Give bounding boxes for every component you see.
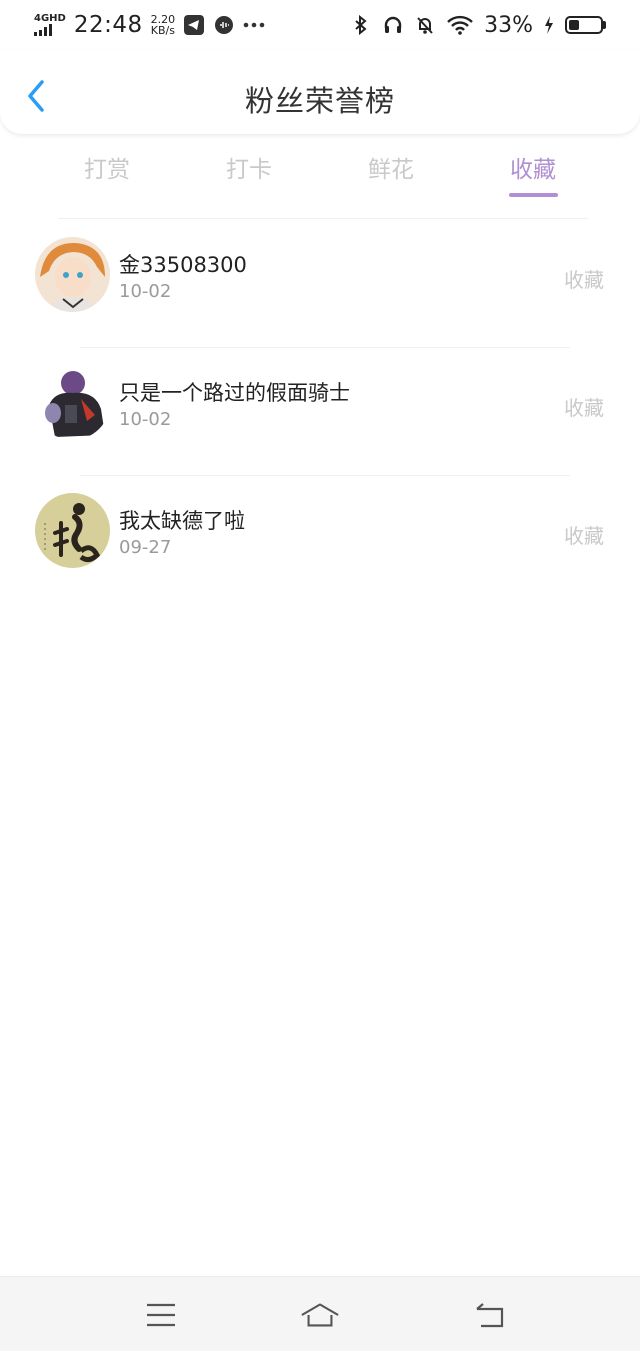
tab-flowers[interactable]: 鲜花 (341, 150, 441, 184)
fan-date: 10-02 (119, 409, 172, 430)
menu-button[interactable] (141, 1297, 181, 1333)
fan-date: 09-27 (119, 537, 172, 558)
page-title: 粉丝荣誉榜 (244, 84, 395, 118)
charging-icon (543, 14, 555, 36)
more-dots-icon (243, 14, 265, 36)
active-tab-indicator (509, 193, 558, 197)
menu-icon (147, 1303, 175, 1327)
fan-name: 我太缺德了啦 (119, 509, 245, 533)
list-item[interactable]: 只是一个路过的假面骑士 10-02 收藏 (0, 348, 640, 476)
status-bar: 4GHD 22:48 2.20 KB/s 33% (0, 0, 640, 50)
action-label: 收藏 (564, 396, 604, 420)
fan-date: 10-02 (119, 281, 172, 302)
tab-bar: 打赏 打卡 鲜花 收藏 (0, 150, 640, 200)
status-left: 4GHD 22:48 2.20 KB/s (34, 12, 265, 38)
avatar[interactable] (35, 237, 110, 312)
clock: 22:48 (73, 12, 143, 38)
tab-checkin[interactable]: 打卡 (199, 150, 299, 184)
battery-icon (565, 16, 606, 34)
mute-bell-icon (414, 14, 436, 36)
divider (58, 218, 588, 219)
network-indicator: 4GHD (34, 14, 66, 36)
battery-percent: 33% (484, 12, 533, 38)
return-icon (476, 1303, 504, 1328)
system-nav-bar (0, 1276, 640, 1351)
net-speed-unit: KB/s (150, 24, 175, 37)
avatar[interactable] (35, 365, 110, 440)
list-item[interactable]: 我太缺德了啦 09-27 收藏 (0, 476, 640, 604)
back-system-button[interactable] (469, 1297, 509, 1333)
audio-app-icon (213, 14, 235, 36)
bluetooth-icon (350, 14, 372, 36)
fan-list: 金33508300 10-02 收藏 只是一个路过的假面骑士 10-02 收藏 (0, 220, 640, 604)
tab-favorites[interactable]: 收藏 (483, 150, 583, 184)
avatar[interactable] (35, 493, 110, 568)
header: 粉丝荣誉榜 (0, 50, 640, 134)
fan-name: 金33508300 (119, 253, 247, 277)
network-label: 4GHD (34, 13, 66, 24)
tab-reward[interactable]: 打赏 (57, 150, 157, 184)
home-button[interactable] (300, 1297, 340, 1333)
wifi-icon (446, 14, 474, 36)
fan-name: 只是一个路过的假面骑士 (119, 381, 350, 405)
headphones-icon (382, 14, 404, 36)
net-speed: 2.20 KB/s (151, 14, 176, 36)
list-item[interactable]: 金33508300 10-02 收藏 (0, 220, 640, 348)
telegram-icon (183, 14, 205, 36)
action-label: 收藏 (564, 524, 604, 548)
status-right: 33% (350, 13, 606, 38)
home-icon (301, 1303, 339, 1327)
signal-icon (34, 24, 66, 36)
action-label: 收藏 (564, 268, 604, 292)
